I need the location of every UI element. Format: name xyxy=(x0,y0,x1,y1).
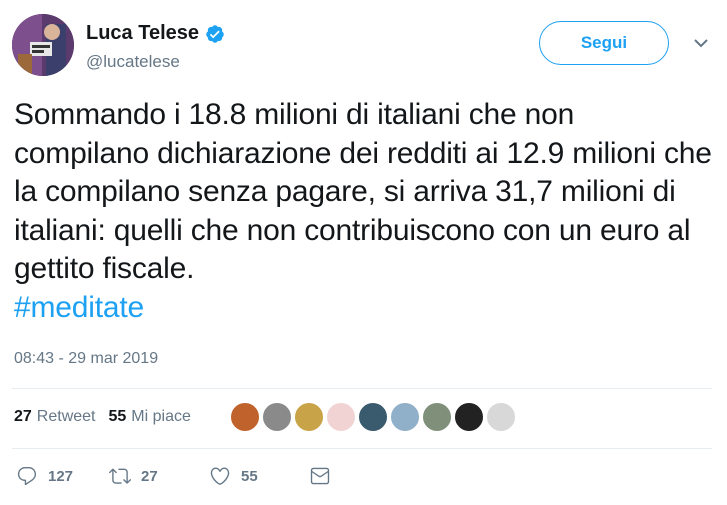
reply-icon xyxy=(17,467,37,486)
retweets-stat[interactable]: 27 Retweet xyxy=(14,408,96,426)
like-button[interactable]: 55 xyxy=(209,465,309,487)
likes-label: Mi piace xyxy=(131,408,191,425)
liker-avatar[interactable] xyxy=(454,402,484,432)
liker-avatars xyxy=(230,402,518,432)
retweet-count: 27 xyxy=(141,467,158,485)
liker-avatar[interactable] xyxy=(390,402,420,432)
verified-badge-icon xyxy=(206,24,224,43)
divider xyxy=(12,448,712,449)
liker-avatar[interactable] xyxy=(422,402,452,432)
tweet-body: Sommando i 18.8 milioni di italiani che … xyxy=(14,96,714,327)
hashtag-link[interactable]: #meditate xyxy=(14,289,714,328)
reply-count: 127 xyxy=(48,467,74,485)
reply-button[interactable]: 127 xyxy=(16,465,109,487)
liker-avatar[interactable] xyxy=(326,402,356,432)
direct-message-button[interactable] xyxy=(309,465,331,487)
retweets-count: 27 xyxy=(14,408,32,425)
divider xyxy=(12,388,712,389)
author-display-name[interactable]: Luca Telese xyxy=(86,22,199,45)
author-avatar[interactable] xyxy=(12,14,74,76)
liker-avatar[interactable] xyxy=(230,402,260,432)
likes-stat[interactable]: 55 Mi piace xyxy=(109,408,191,426)
tweet-header: Luca Telese @lucatelese Segui xyxy=(12,14,715,78)
retweet-button[interactable]: 27 xyxy=(109,465,209,487)
retweet-icon xyxy=(109,468,131,484)
likes-count: 55 xyxy=(108,408,127,425)
like-count: 55 xyxy=(241,467,258,485)
liker-avatar[interactable] xyxy=(358,402,388,432)
heart-icon xyxy=(210,467,230,485)
retweets-label: Retweet xyxy=(36,408,96,425)
tweet-text: Sommando i 18.8 milioni di italiani che … xyxy=(14,98,712,285)
liker-avatar[interactable] xyxy=(486,402,516,432)
liker-avatar[interactable] xyxy=(294,402,324,432)
tweet-actions: 127 27 55 xyxy=(16,465,331,487)
tweet-timestamp[interactable]: 08:43 - 29 mar 2019 xyxy=(14,350,158,368)
author-handle[interactable]: @lucatelese xyxy=(86,52,180,72)
envelope-icon xyxy=(310,467,330,485)
follow-button[interactable]: Segui xyxy=(539,21,669,65)
chevron-down-icon[interactable] xyxy=(692,36,710,50)
liker-avatar[interactable] xyxy=(262,402,292,432)
engagement-stats: 27 Retweet 55 Mi piace xyxy=(14,408,204,426)
